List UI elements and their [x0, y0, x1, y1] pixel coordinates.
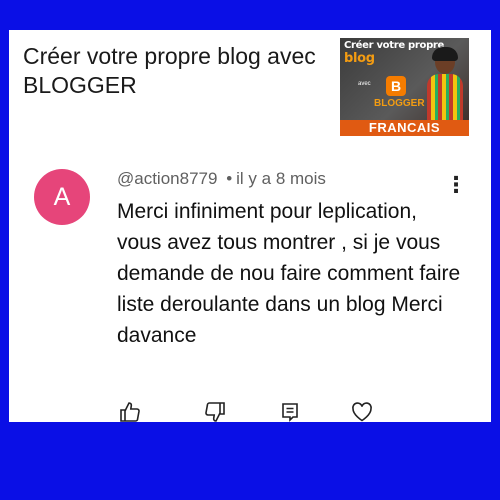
video-thumbnail[interactable]: Créer votre propre blog avec B BLOGGER F…: [340, 38, 469, 136]
comment-text: Merci infiniment pour leplication, vous …: [117, 200, 461, 347]
thumb-up-icon[interactable]: [118, 400, 146, 428]
presenter-image: [425, 47, 465, 122]
blogger-logo-icon: B: [386, 76, 406, 96]
video-title[interactable]: Créer votre propre blog avec BLOGGER: [23, 42, 323, 100]
comment-author[interactable]: @action8779: [117, 169, 217, 188]
avatar[interactable]: A: [34, 169, 90, 225]
heart-icon[interactable]: [350, 400, 378, 428]
meta-separator: •: [226, 169, 233, 188]
thumbnail-blogger-text: BLOGGER: [374, 98, 425, 109]
thumb-down-icon[interactable]: [203, 400, 231, 428]
thumbnail-avec: avec: [358, 81, 371, 87]
comment-time: il y a 8 mois: [236, 169, 326, 188]
reply-icon[interactable]: [278, 400, 306, 428]
comment-actions: [0, 400, 500, 436]
more-options-icon[interactable]: ⋮: [445, 172, 467, 198]
thumbnail-band: FRANCAIS: [340, 120, 469, 136]
comment-meta: @action8779 • il y a 8 mois: [117, 169, 326, 189]
